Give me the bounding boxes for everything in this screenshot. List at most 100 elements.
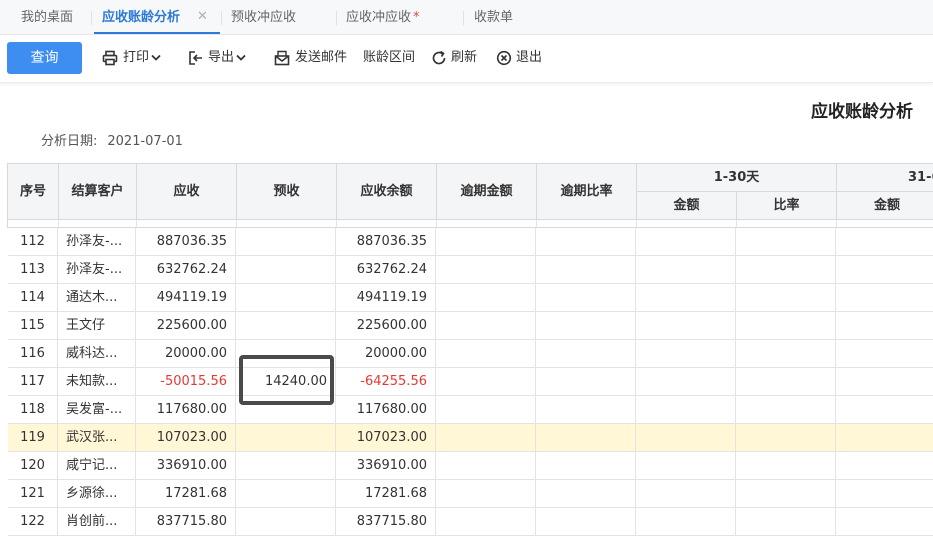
table-row[interactable]: 118 吴发富-... 117680.00 117680.00 (8, 396, 933, 424)
cell-overdue-amount[interactable] (436, 312, 536, 340)
cell-balance[interactable]: 887036.35 (336, 228, 436, 256)
cell-overdue-amount[interactable] (436, 256, 536, 284)
cell-customer[interactable]: 乡源徐... (58, 480, 136, 508)
table-row[interactable]: 113 孙泽友-... 632762.24 632762.24 (8, 256, 933, 284)
cell-receivable[interactable]: 336910.00 (136, 452, 236, 480)
cell-seq[interactable]: 112 (8, 228, 58, 256)
table-row[interactable]: 119 武汉张... 107023.00 107023.00 (8, 424, 933, 452)
header-seq[interactable]: 序号 (8, 164, 59, 220)
cell-bucket2-amount[interactable] (836, 256, 933, 284)
close-icon[interactable]: ✕ (197, 10, 209, 24)
cell-receivable[interactable]: 225600.00 (136, 312, 236, 340)
cell-overdue-ratio[interactable] (536, 396, 636, 424)
tab-advance-offset[interactable]: 预收冲应收 (231, 0, 296, 34)
export-button[interactable]: 导出 (188, 44, 248, 72)
cell-receivable[interactable]: 632762.24 (136, 256, 236, 284)
header-balance[interactable]: 应收余额 (337, 164, 437, 220)
cell-bucket1-amount[interactable] (636, 480, 736, 508)
cell-bucket1-amount[interactable] (636, 284, 736, 312)
cell-balance[interactable]: 837715.80 (336, 508, 436, 536)
cell-balance[interactable]: 117680.00 (336, 396, 436, 424)
cell-bucket2-amount[interactable] (836, 452, 933, 480)
table-row[interactable]: 116 威科达... 20000.00 20000.00 (8, 340, 933, 368)
cell-overdue-amount[interactable] (436, 508, 536, 536)
cell-bucket1-amount[interactable] (636, 228, 736, 256)
cell-advance[interactable]: 14240.00 (236, 368, 336, 396)
cell-bucket1-ratio[interactable] (736, 424, 836, 452)
table-row[interactable]: 122 肖创前... 837715.80 837715.80 (8, 508, 933, 536)
cell-receivable[interactable]: -50015.56 (136, 368, 236, 396)
cell-customer[interactable]: 武汉张... (58, 424, 136, 452)
cell-bucket2-amount[interactable] (836, 424, 933, 452)
header-bucket1-amount[interactable]: 金额 (637, 192, 737, 220)
cell-overdue-ratio[interactable] (536, 312, 636, 340)
cell-bucket1-amount[interactable] (636, 340, 736, 368)
cell-bucket1-amount[interactable] (636, 508, 736, 536)
cell-advance[interactable] (236, 452, 336, 480)
header-bucket2-amount[interactable]: 金额 (837, 192, 933, 220)
header-receivable[interactable]: 应收 (137, 164, 237, 220)
cell-customer[interactable]: 肖创前... (58, 508, 136, 536)
print-button[interactable]: 打印 (102, 44, 162, 72)
send-email-button[interactable]: 发送邮件 (274, 44, 347, 72)
cell-overdue-ratio[interactable] (536, 368, 636, 396)
cell-overdue-amount[interactable] (436, 340, 536, 368)
cell-bucket1-amount[interactable] (636, 256, 736, 284)
cell-balance[interactable]: 20000.00 (336, 340, 436, 368)
cell-advance[interactable] (236, 284, 336, 312)
cell-balance[interactable]: 225600.00 (336, 312, 436, 340)
exit-button[interactable]: 退出 (496, 44, 544, 72)
cell-receivable[interactable]: 837715.80 (136, 508, 236, 536)
cell-seq[interactable]: 118 (8, 396, 58, 424)
cell-overdue-amount[interactable] (436, 284, 536, 312)
header-advance[interactable]: 预收 (237, 164, 337, 220)
query-button[interactable]: 查询 (7, 42, 82, 74)
cell-customer[interactable]: 威科达... (58, 340, 136, 368)
table-row[interactable]: 121 乡源徐... 17281.68 17281.68 (8, 480, 933, 508)
tab-receivable-offset[interactable]: 应收冲应收 * (346, 0, 420, 34)
cell-seq[interactable]: 117 (8, 368, 58, 396)
cell-balance[interactable]: 494119.19 (336, 284, 436, 312)
cell-bucket1-amount[interactable] (636, 452, 736, 480)
table-row[interactable]: 120 咸宁记... 336910.00 336910.00 (8, 452, 933, 480)
tab-aging-analysis[interactable]: 应收账龄分析 (102, 0, 180, 34)
cell-overdue-ratio[interactable] (536, 284, 636, 312)
cell-overdue-ratio[interactable] (536, 480, 636, 508)
cell-overdue-amount[interactable] (436, 480, 536, 508)
cell-customer[interactable]: 未知款... (58, 368, 136, 396)
cell-customer[interactable]: 咸宁记... (58, 452, 136, 480)
cell-bucket2-amount[interactable] (836, 284, 933, 312)
cell-bucket1-amount[interactable] (636, 312, 736, 340)
cell-overdue-amount[interactable] (436, 368, 536, 396)
cell-bucket2-amount[interactable] (836, 368, 933, 396)
cell-bucket1-ratio[interactable] (736, 508, 836, 536)
cell-seq[interactable]: 114 (8, 284, 58, 312)
cell-bucket1-ratio[interactable] (736, 452, 836, 480)
cell-seq[interactable]: 116 (8, 340, 58, 368)
cell-receivable[interactable]: 494119.19 (136, 284, 236, 312)
cell-seq[interactable]: 121 (8, 480, 58, 508)
table-row[interactable]: 114 通达木... 494119.19 494119.19 (8, 284, 933, 312)
cell-overdue-ratio[interactable] (536, 508, 636, 536)
cell-bucket1-ratio[interactable] (736, 256, 836, 284)
cell-bucket1-ratio[interactable] (736, 284, 836, 312)
cell-bucket1-ratio[interactable] (736, 396, 836, 424)
header-overdue-ratio[interactable]: 逾期比率 (537, 164, 637, 220)
cell-overdue-amount[interactable] (436, 396, 536, 424)
cell-overdue-amount[interactable] (436, 424, 536, 452)
cell-receivable[interactable]: 107023.00 (136, 424, 236, 452)
cell-bucket1-ratio[interactable] (736, 480, 836, 508)
tab-my-desktop[interactable]: 我的桌面 (21, 0, 73, 34)
cell-customer[interactable]: 孙泽友-... (58, 256, 136, 284)
aging-range-button[interactable]: 账龄区间 (363, 44, 415, 72)
cell-balance[interactable]: 107023.00 (336, 424, 436, 452)
cell-balance[interactable]: -64255.56 (336, 368, 436, 396)
cell-balance[interactable]: 17281.68 (336, 480, 436, 508)
cell-overdue-amount[interactable] (436, 228, 536, 256)
cell-overdue-ratio[interactable] (536, 340, 636, 368)
table-row[interactable]: 115 王文仔 225600.00 225600.00 (8, 312, 933, 340)
cell-overdue-amount[interactable] (436, 452, 536, 480)
cell-bucket2-amount[interactable] (836, 228, 933, 256)
cell-receivable[interactable]: 887036.35 (136, 228, 236, 256)
cell-customer[interactable]: 王文仔 (58, 312, 136, 340)
